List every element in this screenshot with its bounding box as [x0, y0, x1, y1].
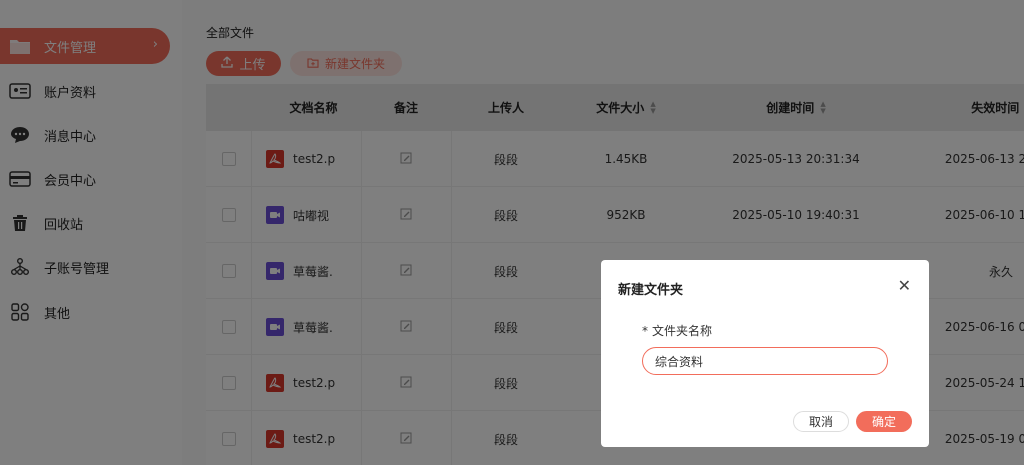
- dialog-title: 新建文件夹: [618, 283, 684, 298]
- new-folder-dialog: 新建文件夹 ✕ *文件夹名称 取消 确定: [601, 260, 929, 447]
- folder-name-label: * 文件夹名称: [642, 324, 713, 338]
- confirm-button[interactable]: 确定: [856, 411, 912, 432]
- required-mark: *: [642, 324, 648, 338]
- folder-name-input[interactable]: [642, 347, 888, 375]
- close-icon[interactable]: ✕: [898, 276, 911, 295]
- cancel-button[interactable]: 取消: [793, 411, 849, 432]
